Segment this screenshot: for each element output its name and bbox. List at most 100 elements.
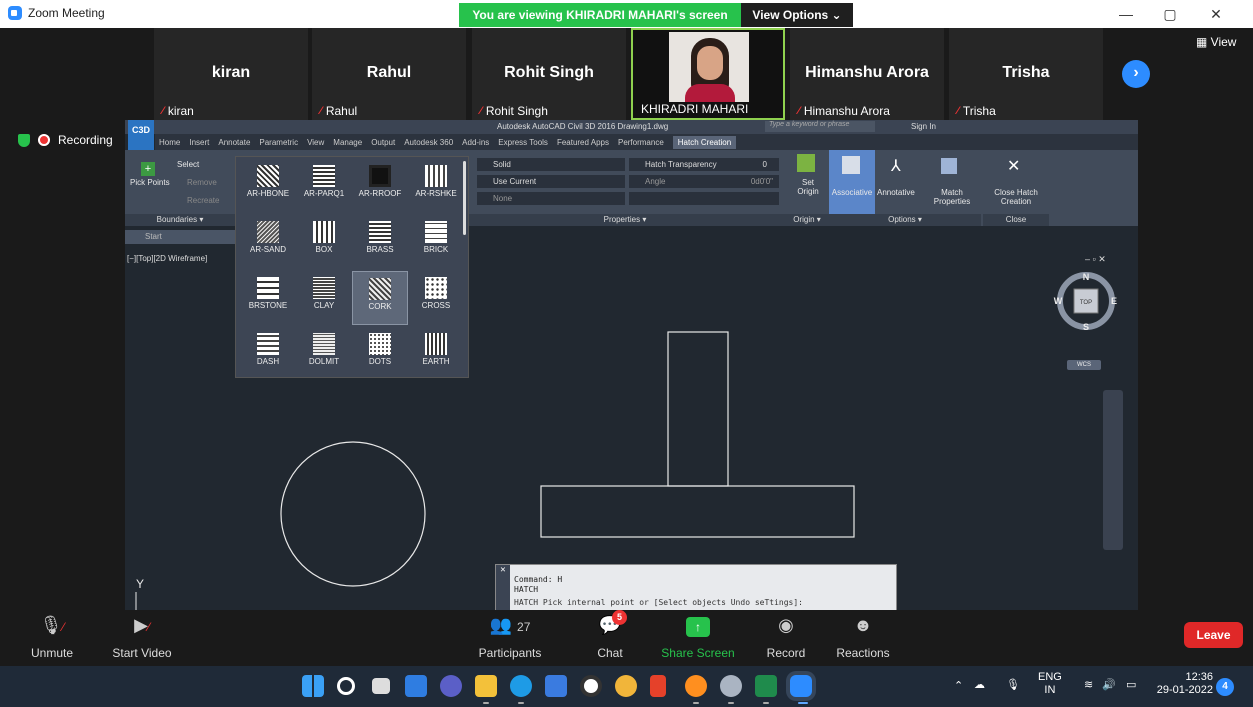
show-hidden-icons-chevron-icon[interactable]: ⌃ xyxy=(954,679,963,692)
onedrive-cloud-icon[interactable]: ☁ xyxy=(974,678,985,691)
teams-chat-icon[interactable] xyxy=(440,675,462,697)
search-icon[interactable] xyxy=(337,677,355,695)
tab-featured-apps[interactable]: Featured Apps xyxy=(557,138,609,147)
view-options-button[interactable]: View Options ⌄ xyxy=(741,3,853,27)
pattern-dots[interactable]: DOTS xyxy=(352,327,408,381)
tab-parametric[interactable]: Parametric xyxy=(259,138,298,147)
chat-button[interactable]: 💬 5 Chat xyxy=(586,610,634,666)
firefox-icon[interactable] xyxy=(685,675,707,697)
sign-in-link[interactable]: Sign In xyxy=(911,122,936,131)
pattern-ar-parq1[interactable]: AR-PARQ1 xyxy=(296,159,352,213)
tab-hatch-creation[interactable]: Hatch Creation xyxy=(672,135,737,149)
hatch-color-select[interactable]: Use Current xyxy=(477,175,625,188)
recording-indicator[interactable]: Recording xyxy=(18,133,113,147)
pattern-box[interactable]: BOX xyxy=(296,215,352,269)
zoom-taskbar-icon[interactable] xyxy=(790,675,812,697)
participant-tile[interactable]: Himanshu Arora ⁄ Himanshu Arora xyxy=(790,28,944,120)
close-button[interactable]: ✕ xyxy=(1196,2,1236,26)
office-icon[interactable] xyxy=(650,675,666,697)
battery-icon[interactable]: ▭ xyxy=(1126,678,1136,691)
microphone-icon[interactable]: 🎙 xyxy=(1006,678,1020,691)
column-rectangle[interactable] xyxy=(667,331,729,487)
remove-button[interactable]: Remove xyxy=(187,178,217,187)
tab-view[interactable]: View xyxy=(307,138,324,147)
close-hatch-creation-button[interactable]: Close Hatch Creation xyxy=(983,188,1049,206)
tab-manage[interactable]: Manage xyxy=(333,138,362,147)
tab-add-ins[interactable]: Add-ins xyxy=(462,138,489,147)
start-file-tab[interactable]: Start xyxy=(125,230,235,244)
pattern-dash[interactable]: DASH xyxy=(240,327,296,381)
notification-count-badge[interactable]: 4 xyxy=(1216,678,1234,696)
tab-performance[interactable]: Performance xyxy=(618,138,664,147)
match-properties-icon[interactable] xyxy=(941,158,957,174)
wcs-menu[interactable]: WCS xyxy=(1067,360,1101,370)
boundaries-panel-label[interactable]: Boundaries ▾ xyxy=(125,214,235,226)
tab-output[interactable]: Output xyxy=(371,138,395,147)
pattern-earth[interactable]: EARTH xyxy=(408,327,464,381)
command-line-close-icon[interactable]: ✕ xyxy=(496,565,510,610)
input-language-indicator[interactable]: ENG IN xyxy=(1038,671,1062,697)
circle-shape[interactable] xyxy=(280,441,426,587)
pattern-dolmit[interactable]: DOLMIT xyxy=(296,327,352,381)
tab-insert[interactable]: Insert xyxy=(189,138,209,147)
wifi-icon[interactable]: ≋ xyxy=(1084,678,1093,691)
view-cube[interactable]: TOP N S E W xyxy=(1053,268,1119,338)
share-screen-button[interactable]: ↑ Share Screen xyxy=(660,610,736,666)
recreate-button[interactable]: Recreate xyxy=(187,196,219,205)
excel-icon[interactable] xyxy=(755,675,777,697)
settings-gear-icon[interactable] xyxy=(720,675,742,697)
participants-button[interactable]: 👥 27 Participants xyxy=(472,610,548,666)
match-properties-button[interactable]: Match Properties xyxy=(927,188,977,206)
pattern-brstone[interactable]: BRSTONE xyxy=(240,271,296,325)
set-origin-icon[interactable] xyxy=(797,154,815,172)
leave-meeting-button[interactable]: Leave xyxy=(1184,622,1243,648)
background-color-select[interactable]: None xyxy=(477,192,625,205)
viewport-window-controls[interactable]: – ▫ ✕ xyxy=(1085,254,1106,265)
start-video-button[interactable]: ▶⁄ Start Video xyxy=(104,610,180,666)
navigation-bar[interactable] xyxy=(1103,390,1123,550)
close-hatch-icon[interactable]: ✕ xyxy=(1007,156,1020,176)
pattern-ar-rroof[interactable]: AR-RROOF xyxy=(352,159,408,213)
pick-points-icon[interactable]: + xyxy=(141,162,155,176)
pattern-brass[interactable]: BRASS xyxy=(352,215,408,269)
tab-autodesk-360[interactable]: Autodesk 360 xyxy=(404,138,453,147)
properties-panel-label[interactable]: Properties ▾ xyxy=(465,214,785,226)
view-button[interactable]: ▦ View xyxy=(1196,35,1236,49)
pattern-brick[interactable]: BRICK xyxy=(408,215,464,269)
annotative-button[interactable]: Annotative xyxy=(877,188,915,197)
record-button[interactable]: ◉ Record xyxy=(758,610,814,666)
edge-icon[interactable] xyxy=(510,675,532,697)
origin-panel-label[interactable]: Origin ▾ xyxy=(785,214,829,226)
tab-annotate[interactable]: Annotate xyxy=(218,138,250,147)
viewport-controls-label[interactable]: [−][Top][2D Wireframe] xyxy=(127,254,207,263)
pick-points-button[interactable]: Pick Points xyxy=(130,178,170,187)
pattern-ar-sand[interactable]: AR-SAND xyxy=(240,215,296,269)
command-line[interactable]: ✕ Command: H HATCH HATCH Pick internal p… xyxy=(495,564,897,610)
hatch-type-select[interactable]: Solid xyxy=(477,158,625,171)
associative-button[interactable]: Associative xyxy=(829,150,875,214)
participant-tile[interactable]: Rahul ⁄ Rahul xyxy=(312,28,466,120)
minimize-button[interactable]: — xyxy=(1106,2,1146,26)
chrome-beta-icon[interactable] xyxy=(615,675,637,697)
options-panel-label[interactable]: Options ▾ xyxy=(829,214,981,226)
hatch-transparency-field[interactable]: Hatch Transparency 0 xyxy=(629,158,779,171)
widgets-icon[interactable] xyxy=(405,675,427,697)
clock[interactable]: 12:36 29-01-2022 xyxy=(1153,671,1213,697)
pattern-cork-selected[interactable]: CORK xyxy=(352,271,408,325)
participant-tile[interactable]: Trisha ⁄ Trisha xyxy=(949,28,1103,120)
participant-tile-active-speaker[interactable]: KHIRADRI MAHARI xyxy=(631,28,785,120)
tab-express-tools[interactable]: Express Tools xyxy=(498,138,548,147)
base-rectangle[interactable] xyxy=(540,485,855,538)
pattern-cross[interactable]: CROSS xyxy=(408,271,464,325)
annotative-icon[interactable]: ⅄ xyxy=(891,156,901,176)
next-page-arrow-icon[interactable]: › xyxy=(1122,60,1150,88)
pattern-clay[interactable]: CLAY xyxy=(296,271,352,325)
participant-tile[interactable]: Rohit Singh ⁄ Rohit Singh xyxy=(472,28,626,120)
unmute-button[interactable]: 🎙⁄ Unmute xyxy=(22,610,82,666)
windows-start-icon[interactable] xyxy=(302,675,324,697)
maximize-button[interactable]: ▢ xyxy=(1150,2,1190,26)
volume-icon[interactable]: 🔊 xyxy=(1102,678,1116,691)
autocad-search-input[interactable]: Type a keyword or phrase xyxy=(765,121,875,132)
pattern-ar-rshke[interactable]: AR-RSHKE xyxy=(408,159,464,213)
autocad-logo-icon[interactable]: C3D xyxy=(128,120,154,152)
